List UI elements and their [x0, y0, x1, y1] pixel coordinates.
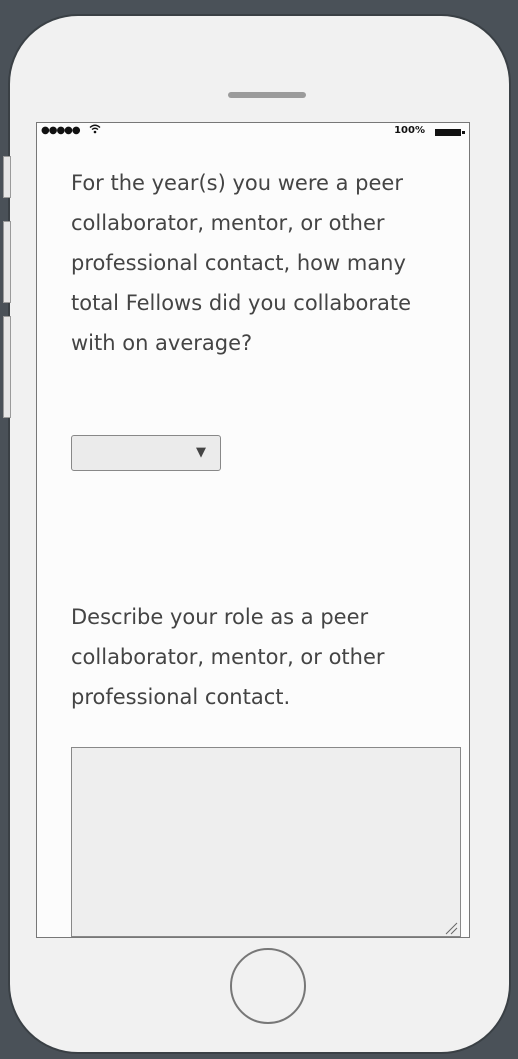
- status-bar: ●●●●● 100%: [41, 124, 465, 141]
- phone-frame: ●●●●● 100% For the year(s) you were a pe…: [3, 14, 511, 1054]
- collab-count-question: For the year(s) you were a peer collabor…: [71, 171, 412, 355]
- speaker-grille: [228, 92, 306, 98]
- battery-percentage: 100%: [394, 125, 425, 136]
- role-description-textarea[interactable]: [71, 747, 461, 937]
- home-button[interactable]: [230, 948, 306, 1024]
- collab-count-select[interactable]: ▼: [71, 435, 221, 471]
- resize-grip-icon[interactable]: [444, 920, 458, 935]
- chevron-down-icon: ▼: [196, 445, 206, 460]
- mute-switch: [3, 156, 11, 198]
- signal-strength-icon: ●●●●●: [41, 125, 81, 136]
- phone-screen: ●●●●● 100% For the year(s) you were a pe…: [36, 122, 470, 938]
- role-description-question: Describe your role as a peer collaborato…: [71, 605, 385, 709]
- battery-icon: [435, 129, 465, 136]
- wifi-icon: [89, 124, 101, 137]
- volume-down-button: [3, 316, 11, 418]
- volume-up-button: [3, 221, 11, 303]
